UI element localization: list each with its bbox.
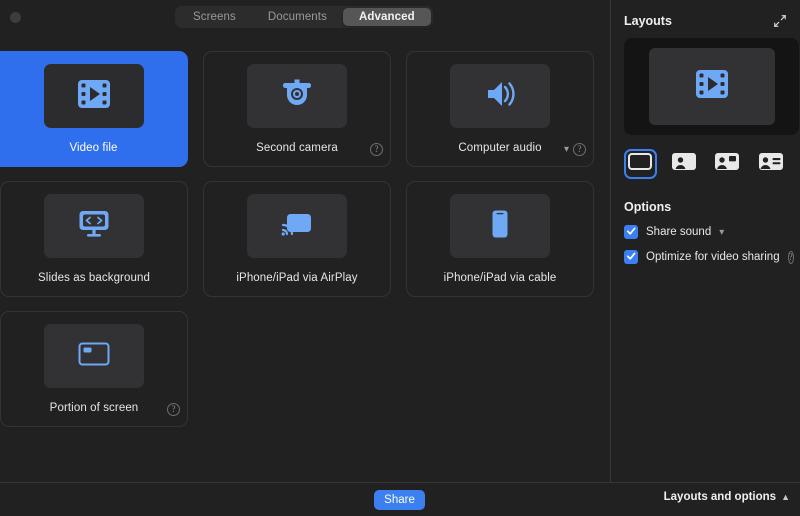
checkbox-share-sound[interactable]: [624, 225, 638, 239]
card-thumbnail: [43, 64, 144, 128]
share-source-card-dome-camera[interactable]: Second camera ?: [203, 51, 391, 167]
side-by-side-icon: [758, 153, 783, 175]
help-icon[interactable]: ?: [167, 403, 180, 416]
card-label: iPhone/iPad via AirPlay: [236, 272, 358, 284]
titlebar: Screens Documents Advanced: [0, 0, 610, 34]
share-source-card-airplay[interactable]: iPhone/iPad via AirPlay: [203, 181, 391, 297]
card-label: Slides as background: [38, 272, 150, 284]
layouts-title: Layouts: [624, 14, 672, 28]
screen-only-icon: [628, 153, 653, 175]
expand-diagonal-icon[interactable]: [773, 14, 787, 28]
dome-camera-icon: [281, 79, 313, 114]
airplay-icon: [281, 210, 313, 243]
card-aux-controls: ▾?: [564, 143, 586, 156]
card-label: Portion of screen: [49, 402, 139, 414]
chevron-down-icon[interactable]: ▾: [719, 226, 724, 239]
tab-documents[interactable]: Documents: [252, 8, 343, 26]
layout-button-row: [624, 149, 787, 179]
card-thumbnail: [247, 194, 347, 258]
card-aux-controls: ?: [370, 143, 383, 156]
share-source-panel: Video file Second camera ? Computer audi…: [0, 34, 610, 482]
picture-in-picture-icon: [715, 153, 740, 175]
crop-region-icon: [78, 342, 110, 371]
share-source-grid: Video file Second camera ? Computer audi…: [0, 51, 610, 427]
code-monitor-icon: [78, 209, 110, 243]
layouts-header: Layouts: [624, 13, 787, 29]
layout-side-by-side[interactable]: [755, 149, 788, 179]
options-title: Options: [624, 200, 672, 214]
checkmark-icon: [626, 223, 636, 241]
film-icon: [77, 79, 111, 114]
layouts-and-options-toggle[interactable]: Layouts and options ▲: [664, 491, 790, 503]
tab-bar: Screens Documents Advanced: [175, 6, 433, 28]
chevron-up-icon: ▲: [781, 492, 790, 502]
layouts-sidebar: Layouts Options Share sound ▾ Optimize f…: [611, 0, 800, 482]
share-source-card-film[interactable]: Video file: [0, 51, 188, 167]
card-label: Second camera: [256, 142, 338, 154]
share-source-card-phone[interactable]: iPhone/iPad via cable: [406, 181, 594, 297]
layout-preview-inner: [648, 48, 775, 125]
card-thumbnail: [450, 194, 550, 258]
tab-advanced[interactable]: Advanced: [342, 8, 431, 26]
layout-full-screen[interactable]: [624, 149, 657, 179]
card-label: Video file: [69, 142, 118, 154]
option-label: Optimize for video sharing: [646, 251, 780, 263]
share-button[interactable]: Share: [374, 490, 425, 510]
card-thumbnail: [44, 324, 144, 388]
option-label: Share sound: [646, 226, 712, 238]
share-content-dialog: Screens Documents Advanced Video file Se…: [0, 0, 800, 516]
share-source-card-crop-region[interactable]: Portion of screen ?: [0, 311, 188, 427]
help-icon[interactable]: ?: [573, 143, 586, 156]
layout-picture-in-pic[interactable]: [711, 149, 744, 179]
layout-preview: [624, 38, 799, 135]
checkmark-icon: [626, 248, 636, 266]
card-thumbnail: [44, 194, 144, 258]
share-source-card-code-monitor[interactable]: Slides as background: [0, 181, 188, 297]
chevron-down-icon[interactable]: ▾: [564, 143, 569, 156]
card-thumbnail: [247, 64, 347, 128]
card-aux-controls: ?: [167, 403, 180, 416]
option-row: Optimize for video sharing ?: [624, 250, 794, 264]
card-label: iPhone/iPad via cable: [443, 272, 557, 284]
card-thumbnail: [450, 64, 550, 128]
help-icon[interactable]: ?: [787, 250, 794, 264]
speaker-frame-icon: [671, 153, 696, 175]
bottom-bar: Share Layouts and options ▲: [0, 483, 800, 516]
options-list: Share sound ▾ Optimize for video sharing…: [624, 225, 794, 264]
layout-speaker[interactable]: [668, 149, 701, 179]
speaker-icon: [485, 79, 515, 114]
tab-screens[interactable]: Screens: [177, 8, 252, 26]
film-icon: [695, 69, 729, 104]
phone-icon: [491, 209, 509, 244]
close-button[interactable]: [10, 12, 21, 23]
share-source-card-speaker[interactable]: Computer audio ▾?: [406, 51, 594, 167]
option-row: Share sound ▾: [624, 225, 787, 239]
checkbox-optimize-for-video-sharing[interactable]: [624, 250, 638, 264]
layouts-and-options-label: Layouts and options: [663, 491, 777, 503]
card-label: Computer audio: [458, 142, 542, 154]
help-icon[interactable]: ?: [370, 143, 383, 156]
